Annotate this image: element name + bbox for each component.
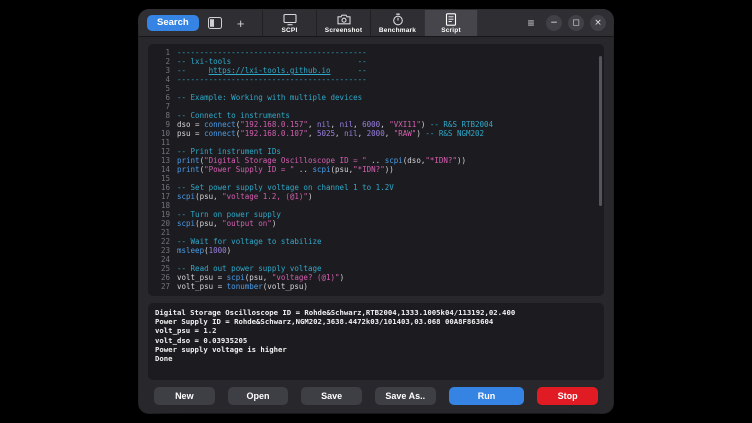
camera-icon (337, 13, 351, 26)
code-line: 24 (154, 255, 598, 264)
code-line: 13print("Digital Storage Oscilloscope ID… (154, 156, 598, 165)
line-number: 21 (154, 228, 170, 237)
code-lines: 1---------------------------------------… (154, 48, 598, 291)
tab-label: SCPI (282, 27, 298, 34)
code-line: 4---------------------------------------… (154, 75, 598, 84)
tab-label: Benchmark (379, 27, 416, 34)
code-line: 8-- Connect to instruments (154, 111, 598, 120)
script-editor[interactable]: 1---------------------------------------… (148, 44, 604, 296)
line-number: 18 (154, 201, 170, 210)
close-button[interactable]: × (590, 15, 606, 31)
search-button[interactable]: Search (147, 15, 199, 31)
plus-icon: + (237, 17, 245, 30)
line-number: 7 (154, 102, 170, 111)
line-number: 11 (154, 138, 170, 147)
tab-scpi[interactable]: SCPI (262, 10, 316, 36)
code-line: 9dso = connect("192.168.0.157", nil, nil… (154, 120, 598, 129)
tab-label: Script (441, 27, 461, 34)
save-as-button[interactable]: Save As.. (375, 387, 436, 405)
line-number: 15 (154, 174, 170, 183)
console-output: Digital Storage Oscilloscope ID = Rohde&… (148, 303, 604, 380)
line-number: 22 (154, 237, 170, 246)
line-number: 8 (154, 111, 170, 120)
save-button[interactable]: Save (301, 387, 362, 405)
sidebar-toggle-button[interactable] (205, 14, 225, 32)
run-button[interactable]: Run (449, 387, 525, 405)
line-number: 23 (154, 246, 170, 255)
code-line: 25-- Read out power supply voltage (154, 264, 598, 273)
code-line: 11 (154, 138, 598, 147)
maximize-button[interactable]: ◻ (568, 15, 584, 31)
code-line: 10psu = connect("192.168.0.107", 5025, n… (154, 129, 598, 138)
line-number: 3 (154, 66, 170, 75)
minimize-button[interactable]: − (546, 15, 562, 31)
console-line: Power supply voltage is higher (155, 345, 597, 354)
tab-screenshot[interactable]: Screenshot (316, 10, 370, 36)
editor-scrollbar[interactable] (599, 56, 602, 206)
open-button[interactable]: Open (228, 387, 289, 405)
code-line: 20scpi(psu, "output on") (154, 219, 598, 228)
line-number: 9 (154, 120, 170, 129)
code-line: 18 (154, 201, 598, 210)
tool-tabs: SCPI Screenshot (262, 10, 478, 36)
window-controls: ≡ − ◻ × (522, 14, 606, 32)
stop-button[interactable]: Stop (537, 387, 598, 405)
code-line: 7 (154, 102, 598, 111)
code-line: 3-- https://lxi-tools.github.io -- (154, 66, 598, 75)
code-line: 15 (154, 174, 598, 183)
code-line: 26volt_psu = scpi(psu, "voltage? (@1)") (154, 273, 598, 282)
line-number: 27 (154, 282, 170, 291)
code-line: 14print("Power Supply ID = " .. scpi(psu… (154, 165, 598, 174)
script-icon (445, 13, 457, 26)
stopwatch-icon (391, 13, 405, 26)
line-number: 6 (154, 93, 170, 102)
new-button[interactable]: New (154, 387, 215, 405)
code-line: 23msleep(1000) (154, 246, 598, 255)
line-number: 12 (154, 147, 170, 156)
code-line: 6-- Example: Working with multiple devic… (154, 93, 598, 102)
line-number: 16 (154, 183, 170, 192)
app-window: Search + SCPI (139, 10, 613, 413)
console-line: Digital Storage Oscilloscope ID = Rohde&… (155, 308, 597, 317)
code-line: 16-- Set power supply voltage on channel… (154, 183, 598, 192)
line-number: 24 (154, 255, 170, 264)
line-number: 25 (154, 264, 170, 273)
action-bar: New Open Save Save As.. Run Stop (148, 387, 604, 405)
code-line: 1---------------------------------------… (154, 48, 598, 57)
console-line: volt_dso = 0.03935205 (155, 336, 597, 345)
code-line: 2-- lxi-tools -- (154, 57, 598, 66)
code-line: 5 (154, 84, 598, 93)
titlebar: Search + SCPI (139, 10, 613, 37)
line-number: 10 (154, 129, 170, 138)
new-tab-button[interactable]: + (231, 14, 251, 32)
code-line: 21 (154, 228, 598, 237)
tab-script[interactable]: Script (424, 10, 478, 36)
line-number: 13 (154, 156, 170, 165)
line-number: 19 (154, 210, 170, 219)
code-line: 19-- Turn on power supply (154, 210, 598, 219)
line-number: 4 (154, 75, 170, 84)
line-number: 2 (154, 57, 170, 66)
display-icon (283, 13, 297, 26)
code-line: 12-- Print instrument IDs (154, 147, 598, 156)
line-number: 17 (154, 192, 170, 201)
line-number: 20 (154, 219, 170, 228)
line-number: 26 (154, 273, 170, 282)
main-content: 1---------------------------------------… (139, 37, 613, 413)
line-number: 5 (154, 84, 170, 93)
console-line: Power Supply ID = Rohde&Schwarz,NGM202,3… (155, 317, 597, 326)
code-line: 22-- Wait for voltage to stabilize (154, 237, 598, 246)
console-line: Done (155, 354, 597, 363)
console-line: volt_psu = 1.2 (155, 326, 597, 335)
sidebar-toggle-icon (208, 17, 222, 29)
tab-benchmark[interactable]: Benchmark (370, 10, 424, 36)
tab-label: Screenshot (325, 27, 362, 34)
code-line: 27volt_psu = tonumber(volt_psu) (154, 282, 598, 291)
line-number: 1 (154, 48, 170, 57)
code-line: 17scpi(psu, "voltage 1.2, (@1)") (154, 192, 598, 201)
line-number: 14 (154, 165, 170, 174)
hamburger-menu-icon[interactable]: ≡ (522, 14, 540, 32)
